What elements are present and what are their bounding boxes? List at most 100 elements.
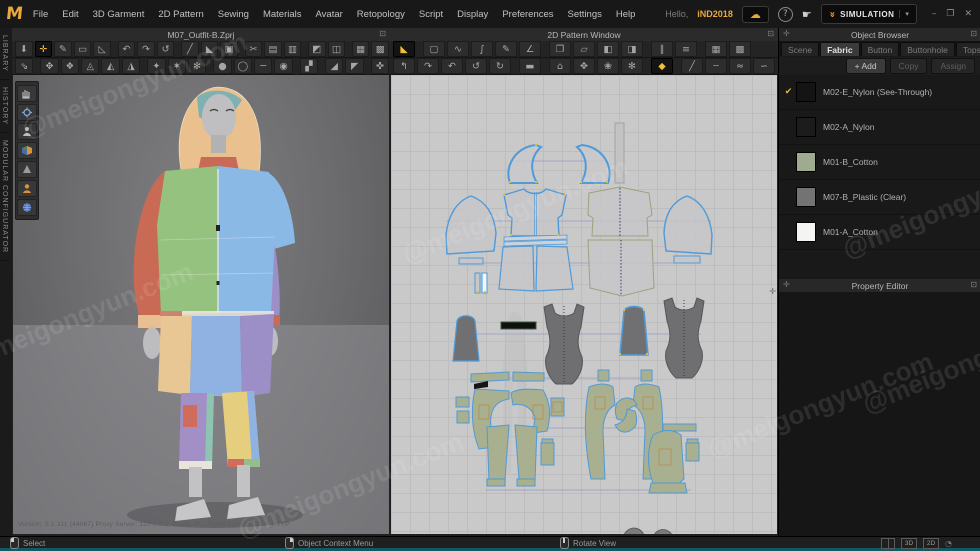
tool-button[interactable]: ∽ [753,58,775,74]
pattern-hood-left[interactable] [508,145,541,183]
restore-button[interactable]: ❐ [946,9,954,19]
menu-preferences[interactable]: Preferences [502,9,553,20]
tool-button[interactable]: ✛ [35,41,53,57]
menu-settings[interactable]: Settings [568,9,602,20]
textured-surface-button[interactable] [17,142,37,159]
environment-button[interactable] [17,199,37,216]
2d-window-titlebar[interactable]: 2D Pattern Window ⊡ [390,28,778,42]
pattern-dark-sleeve-right[interactable] [620,307,648,356]
tool-button[interactable]: ◆ [651,58,673,74]
fabric-check-icon[interactable]: ✔ [782,87,795,97]
tool-button[interactable]: ⬇ [15,41,33,57]
canvas-dock-handle[interactable]: ✛ [769,287,776,296]
2d-pattern-canvas[interactable]: ✛ [391,75,777,534]
tool-button[interactable]: ✦ [147,58,165,74]
tool-button[interactable]: ─ [254,58,272,74]
tool-button[interactable]: ✎ [54,41,72,57]
3d-window-titlebar[interactable]: M07_Outfit-B.Zprj ⊡ [12,28,390,42]
simulation-settings-button[interactable] [17,104,37,121]
tool-button[interactable]: ∫ [471,41,493,57]
show-garment-button[interactable] [17,85,37,102]
menu-script[interactable]: Script [419,9,443,20]
tool-button[interactable]: ∠ [519,41,541,57]
2d-view-button[interactable]: 2D [923,538,939,549]
tab-fabric[interactable]: Fabric [820,42,860,56]
tool-button[interactable]: ◮ [122,58,140,74]
maximize-window-icon[interactable]: ⊡ [379,29,386,38]
menu-3d-garment[interactable]: 3D Garment [93,9,145,20]
tool-button[interactable]: ⇘ [15,58,33,74]
simulation-button[interactable]: » SIMULATION ▾ [821,4,917,24]
tool-button[interactable]: ◉ [274,58,292,74]
pattern-hood-right[interactable] [577,145,610,183]
tool-button[interactable]: ↰ [393,58,415,74]
tool-button[interactable]: ╌ [705,58,727,74]
history-clock-icon[interactable]: ◔ [945,539,952,548]
tool-button[interactable]: ✥ [40,58,58,74]
tool-button[interactable]: ▦ [705,41,727,57]
menu-edit[interactable]: Edit [62,9,78,20]
rail-tab-modular-configurator[interactable]: MODULAR CONFIGURATOR [0,133,9,261]
panel-dock-icon[interactable]: ✛ [783,29,790,38]
tool-button[interactable]: ◣ [201,41,219,57]
tool-button[interactable]: ↻ [489,58,511,74]
rail-tab-library[interactable]: LIBRARY [0,28,9,80]
fabric-row[interactable]: M07-B_Plastic (Clear) [779,180,980,215]
tool-button[interactable]: ◫ [328,41,346,57]
minimize-button[interactable]: – [932,9,937,19]
show-avatar-button[interactable] [17,123,37,140]
tool-button[interactable]: ↶ [441,58,463,74]
fabric-row[interactable]: M01-B_Cotton [779,145,980,180]
3d-view-button[interactable]: 3D [901,538,917,549]
tool-button[interactable]: ╱ [181,41,199,57]
tool-button[interactable]: ↺ [157,41,175,57]
tool-button[interactable]: ✻ [621,58,643,74]
pattern-bottom-partial[interactable] [623,528,673,534]
rail-tab-history[interactable]: HISTORY [0,80,9,133]
pattern-dark-sleeve-left[interactable] [453,316,479,361]
tab-topstitch[interactable]: Topstitch [956,42,980,56]
cloud-sync-button[interactable]: ☁ [742,6,769,23]
pattern-sleeve-right[interactable] [664,196,712,254]
menu-materials[interactable]: Materials [263,9,302,20]
tool-button[interactable]: ▭ [74,41,92,57]
tool-button[interactable]: ⌂ [549,58,571,74]
tool-button[interactable]: ↶ [118,41,136,57]
tool-button[interactable]: ≡ [675,41,697,57]
add-button[interactable]: + Add [846,58,886,74]
tool-button[interactable]: ↷ [137,41,155,57]
fabric-row[interactable]: ✔M02-E_Nylon (See-Through) [779,75,980,110]
skirt-left-panel[interactable] [158,316,192,395]
tool-button[interactable]: ▦ [352,41,370,57]
skirt-right-panel[interactable] [240,314,274,397]
property-editor-titlebar[interactable]: ✛ Property Editor ⊡ [779,279,980,293]
maximize-2d-window-icon[interactable]: ⊡ [767,29,774,38]
monochrome-surface-button[interactable] [17,161,37,178]
tool-button[interactable]: ✂ [245,41,263,57]
pattern-cuff-right[interactable] [674,256,700,263]
tool-button[interactable]: ◢ [325,58,343,74]
object-browser-expand-icon[interactable]: ⊡ [970,29,977,38]
tool-button[interactable]: ◨ [621,41,643,57]
property-editor-dock-icon[interactable]: ✛ [783,280,790,289]
simulation-dropdown-icon[interactable]: ▾ [899,10,909,18]
hand-pointer-icon[interactable]: ☛ [802,8,812,21]
tool-button[interactable]: ◬ [81,58,99,74]
tool-button[interactable]: ◧ [597,41,619,57]
pattern-pants-group[interactable] [456,370,699,493]
menu-2d-pattern[interactable]: 2D Pattern [158,9,203,20]
pattern-front-skirt-right[interactable] [536,246,573,291]
username-label[interactable]: iND2018 [697,9,733,19]
menu-file[interactable]: File [33,9,48,20]
skirt-center-panel[interactable] [190,316,242,397]
tool-button[interactable]: ◺ [93,41,111,57]
pattern-placket-1[interactable] [475,273,480,293]
pattern-front-bodice[interactable] [504,189,566,236]
tool-button[interactable]: ❀ [597,58,619,74]
tool-button[interactable]: ╱ [681,58,703,74]
menu-retopology[interactable]: Retopology [357,9,405,20]
tab-scene[interactable]: Scene [781,42,819,56]
tool-button[interactable]: ▤ [264,41,282,57]
tool-button[interactable]: ◭ [101,58,119,74]
tool-button[interactable]: ● [213,58,231,74]
